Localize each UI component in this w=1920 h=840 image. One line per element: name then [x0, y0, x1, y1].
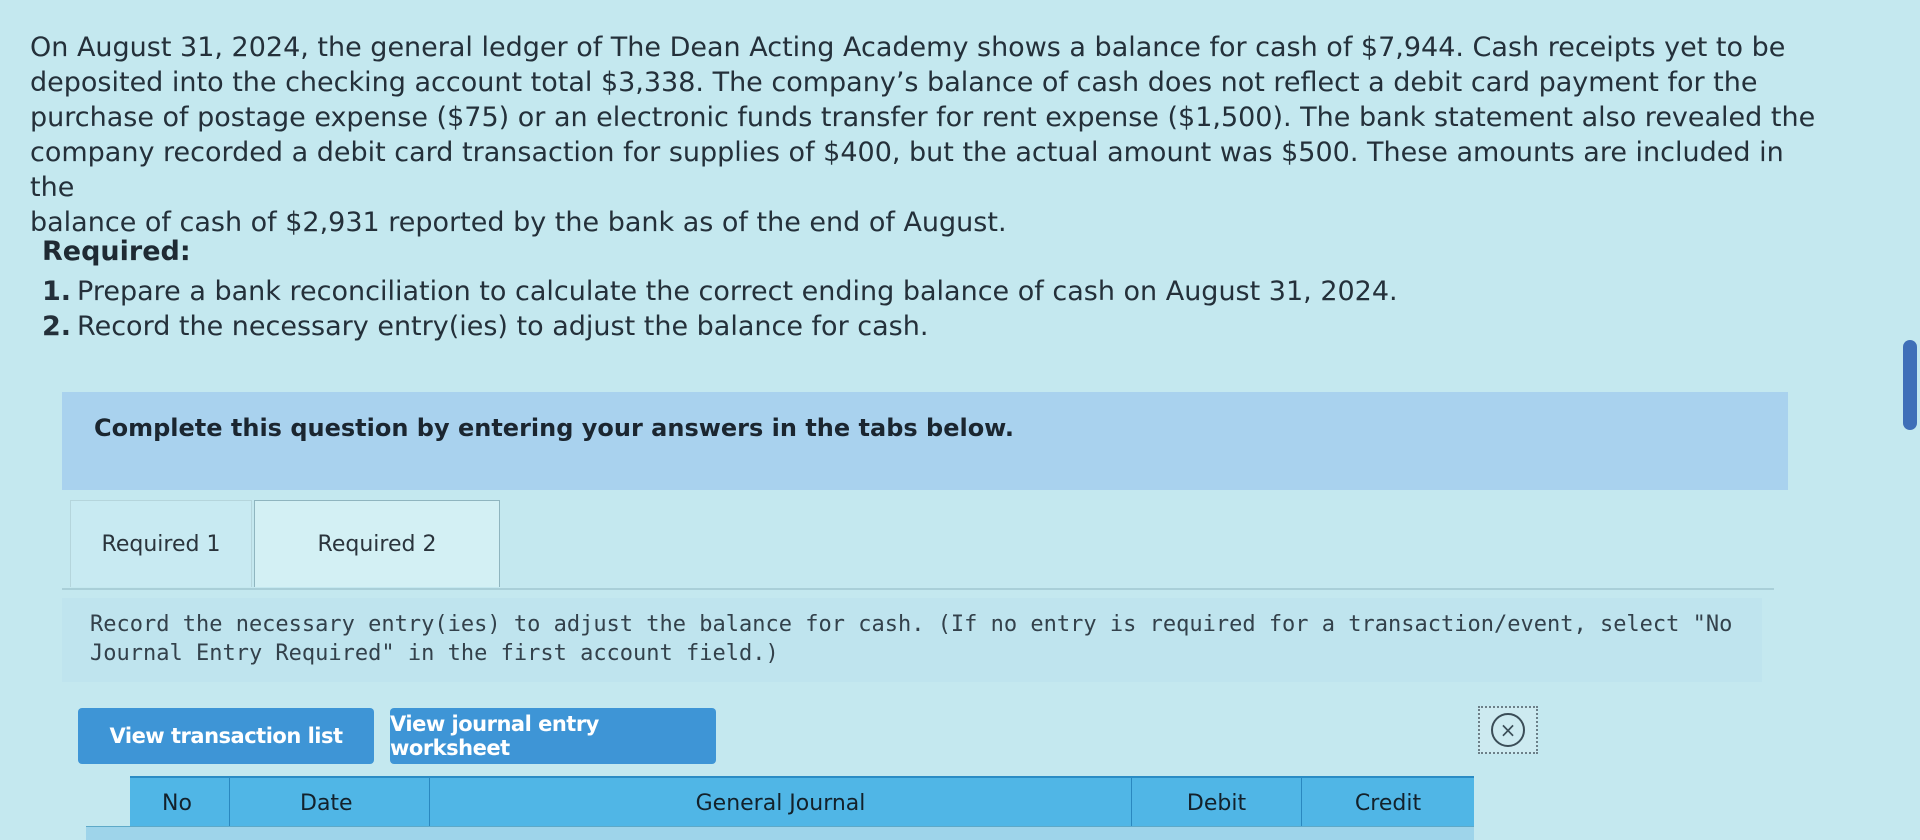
problem-line: company recorded a debit card transactio… [30, 137, 1784, 203]
banner-text: Complete this question by entering your … [94, 414, 1014, 442]
page-scrollbar[interactable] [1903, 340, 1917, 430]
required-item-number: 2. [42, 311, 72, 342]
view-transaction-list-button[interactable]: View transaction list [78, 708, 374, 764]
journal-table-header: No Date General Journal Debit Credit [130, 776, 1474, 828]
column-header-general-journal: General Journal [430, 778, 1132, 828]
close-circle-icon: × [1491, 713, 1525, 747]
tab-required-1[interactable]: Required 1 [70, 500, 252, 587]
view-journal-entry-worksheet-button[interactable]: View journal entry worksheet [390, 708, 716, 764]
tab-divider [62, 588, 1774, 590]
problem-line: deposited into the checking account tota… [30, 67, 1758, 98]
required-heading: Required: [42, 236, 191, 267]
problem-line: balance of cash of $2,931 reported by th… [30, 207, 1007, 238]
required-item: 2. Record the necessary entry(ies) to adj… [42, 309, 1398, 344]
tab-required-2[interactable]: Required 2 [254, 500, 500, 587]
required-item-number: 1. [42, 276, 72, 307]
required-list: 1. Prepare a bank reconciliation to calcu… [42, 274, 1398, 344]
problem-line: On August 31, 2024, the general ledger o… [30, 32, 1786, 63]
instructions-banner: Complete this question by entering your … [62, 392, 1788, 490]
column-header-debit: Debit [1132, 778, 1302, 828]
column-header-date: Date [230, 778, 430, 828]
problem-statement: On August 31, 2024, the general ledger o… [30, 30, 1820, 240]
clear-entries-button[interactable]: × [1478, 706, 1538, 754]
column-header-credit: Credit [1354, 790, 1422, 816]
journal-table-body [86, 826, 1474, 840]
tab-instruction-panel: Record the necessary entry(ies) to adjus… [62, 598, 1762, 682]
column-header-no: No [130, 778, 230, 828]
required-item-text: Record the necessary entry(ies) to adjus… [77, 311, 929, 342]
required-item-text: Prepare a bank reconciliation to calcula… [77, 276, 1398, 307]
tab-instruction-text: Record the necessary entry(ies) to adjus… [90, 612, 1733, 666]
required-item: 1. Prepare a bank reconciliation to calcu… [42, 274, 1398, 309]
problem-line: purchase of postage expense ($75) or an … [30, 102, 1816, 133]
